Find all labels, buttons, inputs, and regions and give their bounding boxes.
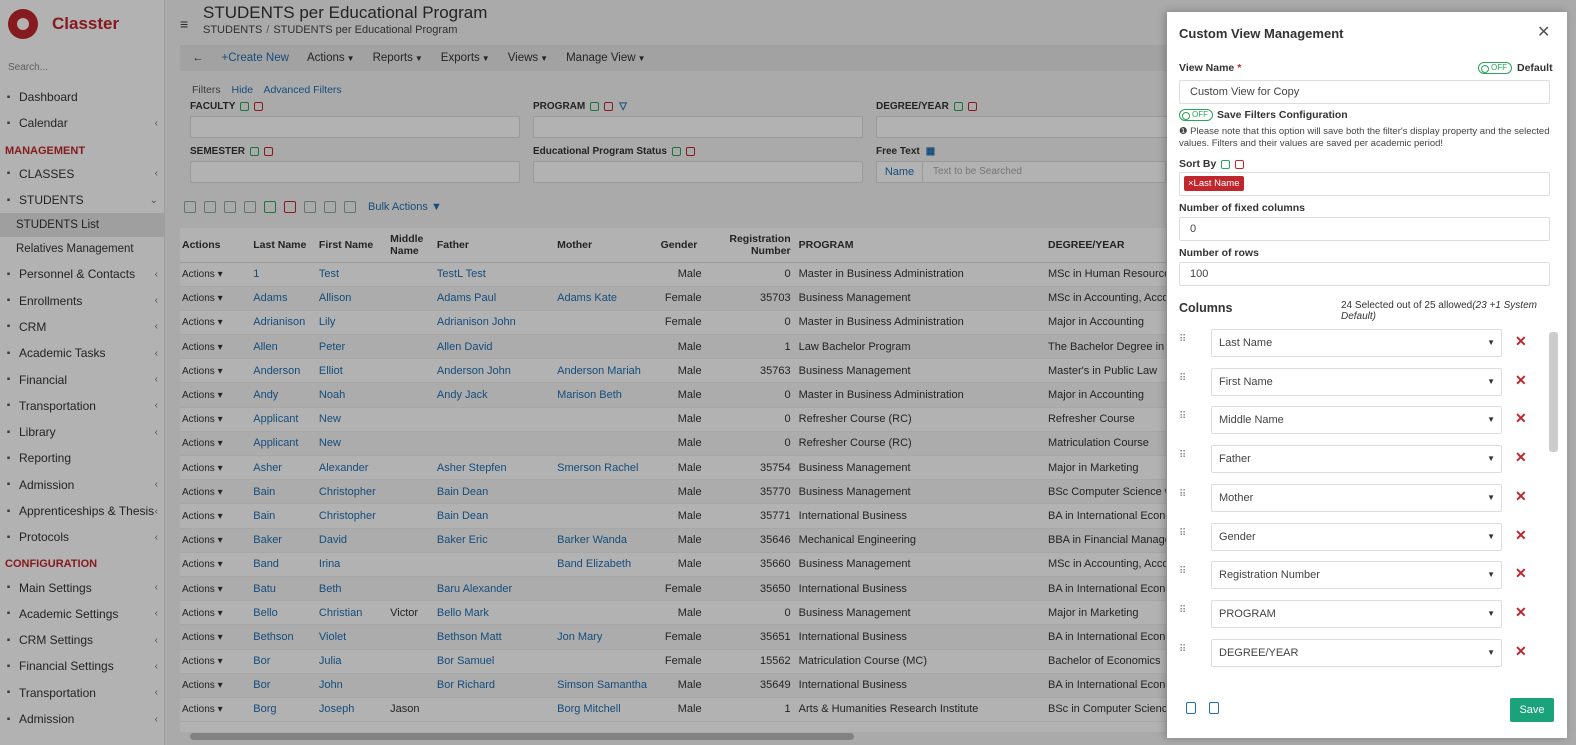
drag-handle-icon[interactable]: ⠿ <box>1179 605 1187 621</box>
modal-title: Custom View Management <box>1179 26 1344 41</box>
remove-column-icon[interactable]: ✕ <box>1515 410 1527 427</box>
column-select-value: Middle Name <box>1219 414 1284 427</box>
default-label: Default <box>1517 62 1553 74</box>
default-toggle[interactable]: OFF <box>1478 62 1512 74</box>
caret-down-icon: ▼ <box>1487 531 1495 541</box>
view-name-label-text: View Name <box>1179 62 1235 74</box>
column-select[interactable]: Registration Number ▼ <box>1211 561 1502 590</box>
rows-input[interactable]: 100 <box>1179 262 1550 286</box>
drag-handle-icon[interactable]: ⠿ <box>1179 567 1187 582</box>
custom-view-modal: Custom View Management ✕ View Name * OFF… <box>1167 12 1567 738</box>
caret-down-icon: ▼ <box>1487 647 1495 657</box>
column-row: ⠿ Gender ▼ ✕ <box>1179 522 1539 551</box>
drag-handle-icon[interactable]: ⠿ <box>1179 412 1187 427</box>
remove-column-icon[interactable]: ✕ <box>1515 333 1527 350</box>
column-select[interactable]: DEGREE/YEAR ▼ <box>1211 638 1502 667</box>
remove-column-icon[interactable]: ✕ <box>1515 372 1527 389</box>
column-row: ⠿ PROGRAM ▼ ✕ <box>1179 599 1539 628</box>
view-name-input[interactable]: Custom View for Copy <box>1179 80 1550 104</box>
view-name-label: View Name * <box>1179 62 1241 74</box>
sort-tag-last-name[interactable]: ×Last Name <box>1184 176 1244 191</box>
copy-view-icon[interactable] <box>1209 702 1219 714</box>
column-select[interactable]: Mother ▼ <box>1211 483 1502 512</box>
remove-column-icon[interactable]: ✕ <box>1515 488 1527 505</box>
caret-down-icon: ▼ <box>1487 454 1495 464</box>
column-select-value: Registration Number <box>1219 569 1320 582</box>
fixed-columns-label: Number of fixed columns <box>1179 202 1306 214</box>
column-select[interactable]: Middle Name ▼ <box>1211 406 1502 435</box>
column-select-value: First Name <box>1219 375 1273 388</box>
column-row: ⠿ Middle Name ▼ ✕ <box>1179 406 1539 435</box>
column-select[interactable]: Last Name ▼ <box>1211 329 1502 357</box>
sort-by-label-text: Sort By <box>1179 158 1217 170</box>
drag-handle-icon[interactable]: ⠿ <box>1179 451 1187 466</box>
save-button[interactable]: Save <box>1510 698 1554 722</box>
column-select-value: DEGREE/YEAR <box>1219 646 1299 659</box>
column-select[interactable]: First Name ▼ <box>1211 367 1502 396</box>
check-icon[interactable] <box>1221 159 1231 169</box>
drag-handle-icon[interactable]: ⠿ <box>1179 489 1187 505</box>
caret-down-icon: ▼ <box>1487 608 1495 618</box>
column-row: ⠿ First Name ▼ ✕ <box>1179 367 1539 396</box>
column-select[interactable]: PROGRAM ▼ <box>1211 599 1502 628</box>
close-icon[interactable]: ✕ <box>1537 22 1550 42</box>
column-select-value: Gender <box>1219 530 1256 543</box>
rows-label: Number of rows <box>1179 247 1259 259</box>
sort-by-label: Sort By <box>1179 158 1245 170</box>
remove-column-icon[interactable]: ✕ <box>1515 565 1527 582</box>
remove-column-icon[interactable]: ✕ <box>1515 527 1527 544</box>
note-text: Please note that this option will save b… <box>1179 126 1550 149</box>
columns-scrollbar[interactable] <box>1549 332 1558 452</box>
columns-count-text: 24 Selected out of 25 allowed <box>1341 300 1473 311</box>
column-select[interactable]: Father ▼ <box>1211 445 1502 474</box>
fixed-columns-input[interactable]: 0 <box>1179 217 1550 241</box>
caret-down-icon: ▼ <box>1487 338 1495 347</box>
drag-handle-icon[interactable]: ⠿ <box>1179 644 1187 660</box>
clear-icon[interactable] <box>1235 159 1245 169</box>
column-row: ⠿ Father ▼ ✕ <box>1179 445 1539 474</box>
column-row: ⠿ Last Name ▼ ✕ <box>1179 329 1539 357</box>
remove-column-icon[interactable]: ✕ <box>1515 604 1527 621</box>
column-row: ⠿ Registration Number ▼ ✕ <box>1179 561 1539 590</box>
delete-view-icon[interactable] <box>1186 702 1196 714</box>
columns-count: 24 Selected out of 25 allowed(23 +1 Syst… <box>1341 300 1567 322</box>
required-mark: * <box>1237 62 1242 74</box>
columns-title: Columns <box>1179 301 1233 315</box>
drag-handle-icon[interactable]: ⠿ <box>1179 528 1187 544</box>
column-select[interactable]: Gender ▼ <box>1211 522 1502 551</box>
caret-down-icon: ▼ <box>1487 570 1495 580</box>
remove-column-icon[interactable]: ✕ <box>1515 449 1527 466</box>
column-row: ⠿ Mother ▼ ✕ <box>1179 483 1539 512</box>
save-filters-label: Save Filters Configuration <box>1217 109 1348 121</box>
caret-down-icon: ▼ <box>1487 492 1495 502</box>
caret-down-icon: ▼ <box>1487 415 1495 425</box>
drag-handle-icon[interactable]: ⠿ <box>1179 373 1187 389</box>
column-row: ⠿ DEGREE/YEAR ▼ ✕ <box>1179 638 1539 667</box>
column-select-value: Mother <box>1219 491 1254 504</box>
save-filters-toggle[interactable]: OFF <box>1179 109 1213 121</box>
column-select-value: Last Name <box>1219 337 1273 349</box>
save-filters-note: ❶ Please note that this option will save… <box>1179 126 1551 150</box>
info-icon: ❶ <box>1179 126 1188 137</box>
column-select-value: PROGRAM <box>1219 607 1276 620</box>
remove-column-icon[interactable]: ✕ <box>1515 643 1527 660</box>
column-select-value: Father <box>1219 453 1251 466</box>
caret-down-icon: ▼ <box>1487 376 1495 386</box>
drag-handle-icon[interactable]: ⠿ <box>1179 335 1187 350</box>
